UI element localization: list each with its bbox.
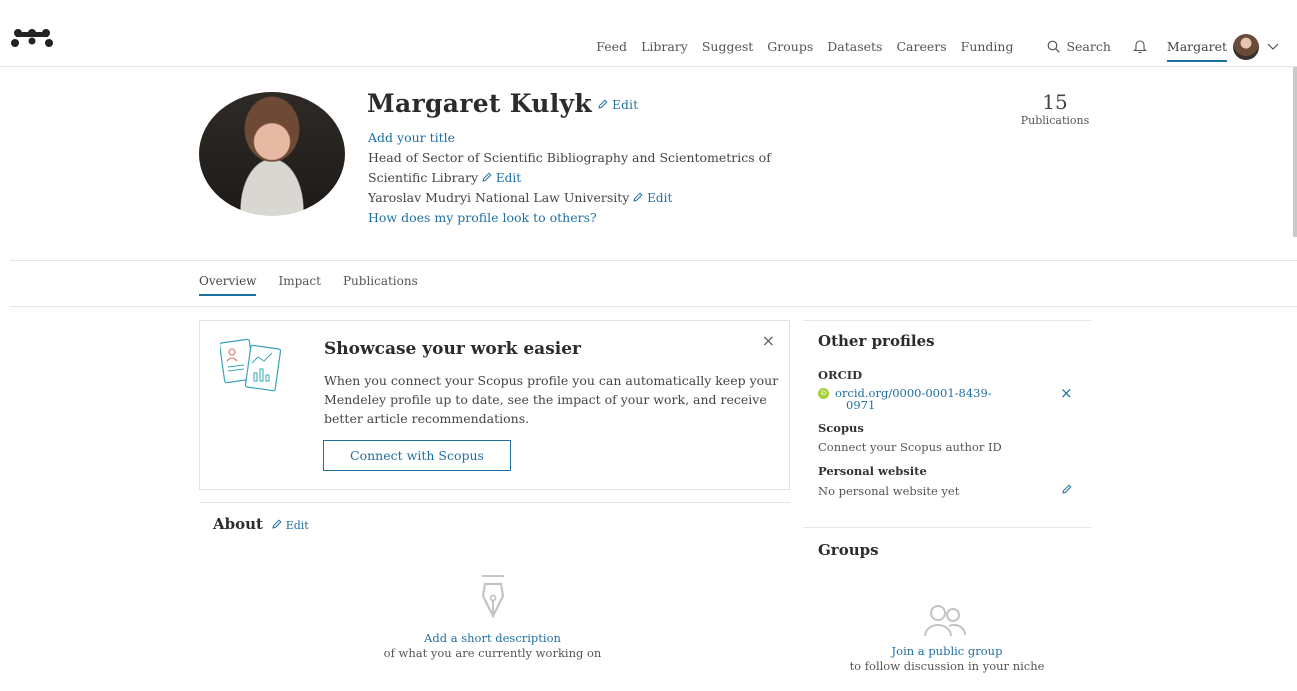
showcase-title: Showcase your work easier bbox=[324, 339, 581, 359]
connect-scopus-button[interactable]: Connect with Scopus bbox=[323, 440, 511, 471]
profile-tabs: Overview Impact Publications bbox=[199, 274, 440, 296]
notifications-bell-icon[interactable] bbox=[1133, 39, 1147, 54]
scrollbar[interactable] bbox=[1293, 67, 1297, 237]
profile-name-row: Margaret Kulyk Edit bbox=[367, 89, 638, 118]
nav-search[interactable]: Search bbox=[1047, 39, 1111, 54]
about-empty-text: of what you are currently working on bbox=[383, 646, 602, 660]
publications-count: 15 bbox=[1042, 90, 1068, 114]
personal-website-label: Personal website bbox=[818, 464, 927, 478]
orcid-value-line2: 0971 bbox=[846, 398, 876, 412]
divider bbox=[199, 502, 790, 503]
nav-careers[interactable]: Careers bbox=[896, 39, 946, 54]
join-group-link[interactable]: Join a public group bbox=[818, 644, 1076, 659]
pencil-icon bbox=[482, 172, 492, 182]
people-icon bbox=[924, 605, 967, 637]
user-avatar bbox=[1233, 33, 1259, 60]
publications-counter[interactable]: 15 Publications bbox=[1018, 90, 1092, 127]
nav-feed[interactable]: Feed bbox=[596, 39, 627, 54]
scopus-label: Scopus bbox=[818, 421, 864, 435]
nav-library[interactable]: Library bbox=[641, 39, 688, 54]
main-nav: Feed Library Suggest Groups Datasets Car… bbox=[582, 31, 1279, 62]
nav-suggest[interactable]: Suggest bbox=[702, 39, 753, 54]
pencil-icon bbox=[272, 519, 282, 529]
edit-institution-link[interactable]: Edit bbox=[633, 191, 672, 205]
nav-groups[interactable]: Groups bbox=[767, 39, 813, 54]
profile-preview-link[interactable]: How does my profile look to others? bbox=[368, 208, 808, 228]
about-empty-state: Add a short description of what you are … bbox=[340, 574, 645, 660]
profile-photo[interactable] bbox=[199, 92, 345, 216]
groups-title: Groups bbox=[818, 541, 879, 559]
pencil-icon bbox=[598, 99, 608, 109]
tab-impact[interactable]: Impact bbox=[278, 274, 321, 296]
chevron-down-icon bbox=[1267, 43, 1279, 50]
edit-about-link[interactable]: Edit bbox=[272, 519, 309, 532]
edit-label: Edit bbox=[647, 191, 673, 205]
search-label: Search bbox=[1066, 39, 1111, 54]
tab-overview[interactable]: Overview bbox=[199, 274, 257, 296]
user-menu[interactable]: Margaret bbox=[1166, 31, 1279, 62]
add-title-link[interactable]: Add your title bbox=[368, 128, 808, 148]
about-heading: About Edit bbox=[213, 515, 309, 533]
tab-publications[interactable]: Publications bbox=[343, 274, 418, 296]
close-icon[interactable]: × bbox=[762, 331, 775, 350]
search-icon bbox=[1048, 40, 1061, 53]
about-title: About bbox=[213, 515, 263, 533]
publications-count-label: Publications bbox=[1020, 114, 1090, 127]
showcase-card: Showcase your work easier When you conne… bbox=[199, 320, 790, 490]
other-profiles-title: Other profiles bbox=[818, 332, 935, 350]
groups-empty-text: to follow discussion in your niche bbox=[849, 659, 1045, 673]
profile-institution: Yaroslav Mudryi National Law University bbox=[368, 190, 630, 205]
top-navigation-bar: Feed Library Suggest Groups Datasets Car… bbox=[0, 0, 1297, 67]
add-description-link[interactable]: Add a short description bbox=[340, 631, 645, 646]
orcid-icon: iD bbox=[818, 388, 829, 399]
edit-name-link[interactable]: Edit bbox=[598, 98, 638, 112]
divider bbox=[10, 260, 1297, 261]
edit-label: Edit bbox=[285, 519, 309, 532]
connect-scopus-author-link[interactable]: Connect your Scopus author ID bbox=[818, 440, 1002, 454]
orcid-link[interactable]: orcid.org/0000-0001-8439- 0971 bbox=[835, 387, 992, 411]
profile-name: Margaret Kulyk bbox=[367, 89, 592, 118]
divider bbox=[10, 306, 1297, 307]
user-name: Margaret bbox=[1166, 39, 1227, 62]
profile-position: Head of Sector of Scientific Bibliograph… bbox=[368, 150, 771, 185]
nav-funding[interactable]: Funding bbox=[961, 39, 1014, 54]
groups-empty-state: Join a public group to follow discussion… bbox=[818, 604, 1076, 673]
showcase-description: When you connect your Scopus profile you… bbox=[324, 373, 779, 426]
remove-orcid-icon[interactable]: × bbox=[1060, 384, 1073, 402]
edit-label: Edit bbox=[612, 98, 639, 112]
divider bbox=[803, 527, 1091, 528]
edit-label: Edit bbox=[495, 171, 522, 185]
showcase-illustration-icon bbox=[220, 338, 282, 392]
nav-datasets[interactable]: Datasets bbox=[827, 39, 882, 54]
orcid-entry: iD orcid.org/0000-0001-8439- 0971 bbox=[818, 387, 992, 411]
profile-info: Add your title Head of Sector of Scienti… bbox=[368, 128, 808, 228]
pencil-icon bbox=[633, 192, 643, 202]
divider bbox=[803, 320, 1091, 321]
orcid-label: ORCID bbox=[818, 368, 863, 382]
fountain-pen-icon bbox=[481, 575, 504, 619]
personal-website-value: No personal website yet bbox=[818, 484, 960, 498]
edit-website-pencil-icon[interactable] bbox=[1062, 484, 1072, 494]
mendeley-logo-icon[interactable] bbox=[10, 26, 54, 48]
edit-position-link[interactable]: Edit bbox=[482, 171, 521, 185]
